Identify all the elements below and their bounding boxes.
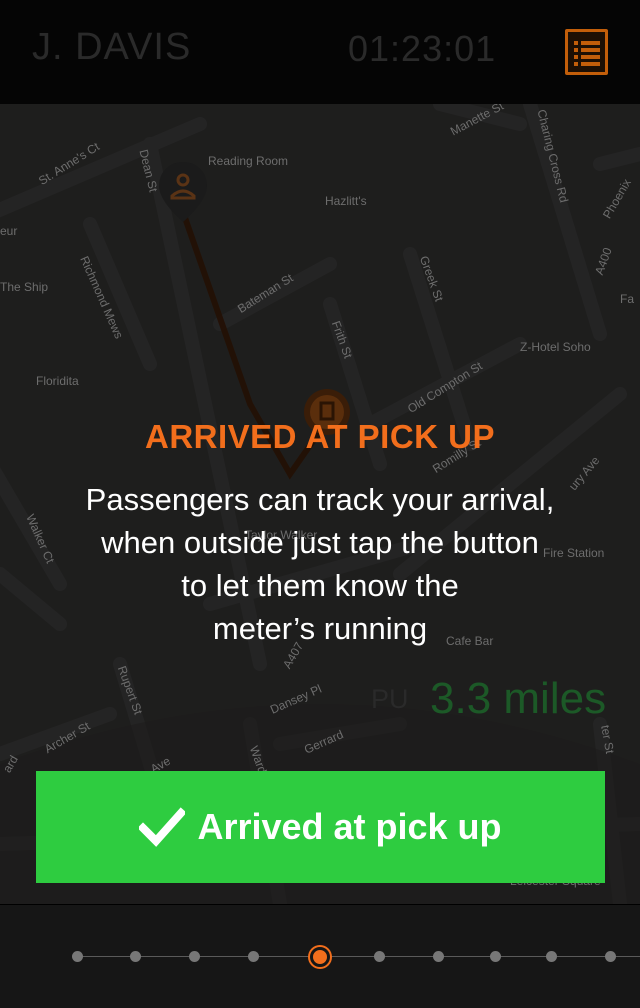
overlay-line: meter’s running [212, 611, 428, 646]
overlay-line: to let them know the [181, 568, 459, 603]
overlay-line: when outside just tap the button [101, 525, 539, 560]
street-label: eur [0, 224, 18, 238]
street-label: Z-Hotel Soho [520, 340, 591, 354]
step-dot [189, 951, 200, 962]
step-dot [546, 951, 557, 962]
step-dot [433, 951, 444, 962]
overlay-line: Passengers can track your arrival, [85, 482, 555, 517]
overlay-title: ARRIVED AT PICK UP [144, 418, 496, 455]
street-label: Hazlitt's [325, 194, 367, 208]
step-dot [490, 951, 501, 962]
step-dot-active [310, 947, 330, 967]
progress-stepper [0, 905, 640, 1008]
step-dot [72, 951, 83, 962]
street-label: The Ship [0, 280, 49, 294]
check-icon [139, 807, 186, 847]
top-bar: J. DAVIS 01:23:01 [0, 0, 640, 104]
step-dot [130, 951, 141, 962]
step-dot [605, 951, 616, 962]
pickup-distance: 3.3 miles [430, 674, 607, 723]
menu-button[interactable] [565, 29, 608, 75]
street-label: Floridita [36, 374, 79, 388]
driver-name: J. DAVIS [32, 26, 192, 68]
overlay-message: Passengers can track your arrival, when … [30, 478, 610, 650]
street-label: Fa [620, 292, 635, 306]
pickup-label: PU [371, 684, 409, 714]
street-label: Reading Room [208, 154, 289, 168]
pickup-pin-icon [159, 162, 207, 222]
list-icon [574, 41, 600, 66]
arrived-at-pickup-button[interactable]: Arrived at pick up [36, 771, 605, 883]
trip-timer: 01:23:01 [348, 28, 497, 69]
step-dot [248, 951, 259, 962]
arrived-button-label: Arrived at pick up [197, 806, 502, 847]
step-dot [374, 951, 385, 962]
